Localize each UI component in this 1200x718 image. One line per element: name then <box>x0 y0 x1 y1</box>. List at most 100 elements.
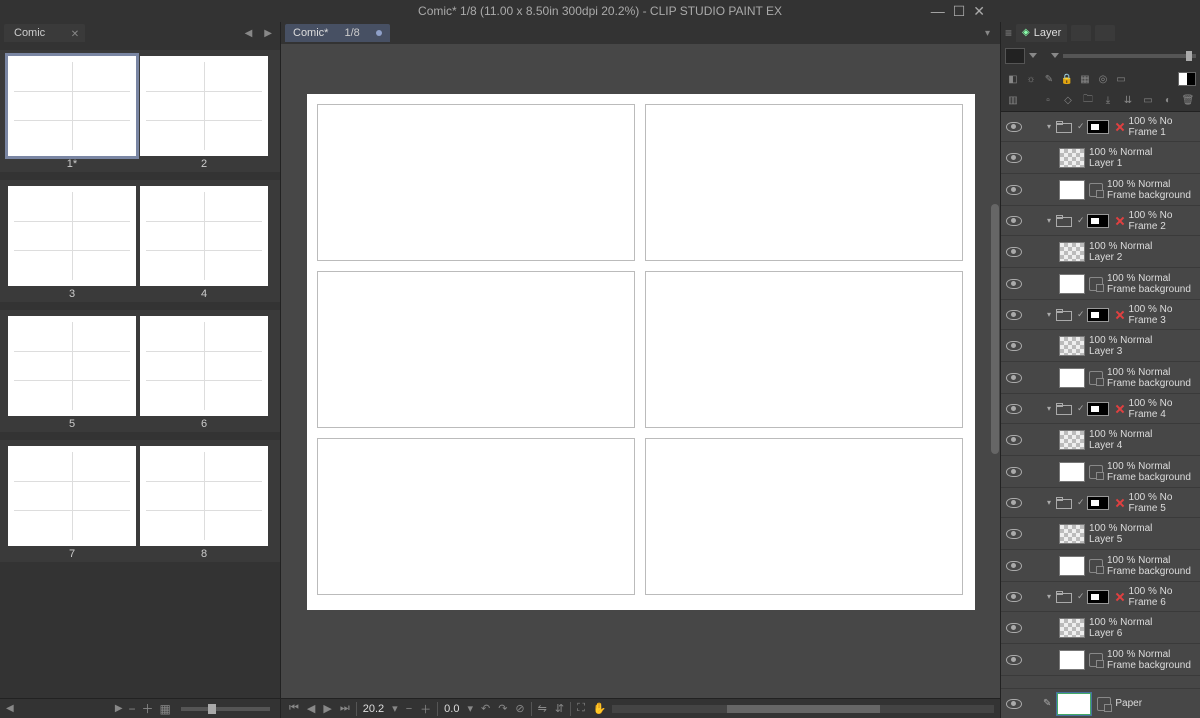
comic-panel[interactable] <box>645 271 963 428</box>
inactive-panel-tab[interactable] <box>1071 25 1091 41</box>
close-button[interactable]: ✕ <box>973 4 985 18</box>
close-icon[interactable]: ✕ <box>71 26 79 44</box>
visibility-eye-icon[interactable] <box>1006 498 1022 508</box>
paper-layer-row[interactable]: ✎ Paper <box>1001 688 1200 718</box>
expand-toggle-icon[interactable]: ▾ <box>1043 310 1055 319</box>
layer-row[interactable]: 100 % NormalLayer 6 <box>1001 612 1200 644</box>
tab-scroll-left-icon[interactable]: ◀ <box>241 28 257 39</box>
page-thumbnail[interactable]: 4 <box>140 186 268 300</box>
reference-layer-icon[interactable]: ☼ <box>1023 71 1039 87</box>
new-folder-icon[interactable]: 🗀 <box>1080 93 1096 109</box>
expand-toggle-icon[interactable]: ▾ <box>1043 404 1055 413</box>
frame-folder-row[interactable]: ▾ ✓ 100 % NoFrame 6 <box>1001 582 1200 612</box>
visibility-eye-icon[interactable] <box>1006 467 1022 477</box>
scroll-left-icon[interactable]: ◀ <box>6 703 14 714</box>
zoom-out-icon[interactable]: − <box>404 703 414 715</box>
rotate-cw-icon[interactable]: ↷ <box>496 702 509 715</box>
opacity-slider[interactable] <box>1063 54 1196 58</box>
new-raster-layer-icon[interactable]: ▫ <box>1040 93 1056 109</box>
grid-view-icon[interactable]: ▦ <box>160 702 171 716</box>
clip-mask-icon[interactable]: ◧ <box>1005 71 1021 87</box>
canvas-tab-menu-icon[interactable]: ▾ <box>979 28 996 39</box>
frame-folder-row[interactable]: ▾ ✓ 100 % NoFrame 1 <box>1001 112 1200 142</box>
set-reference-icon[interactable]: ◎ <box>1095 71 1111 87</box>
layer-row[interactable]: 100 % NormalLayer 5 <box>1001 518 1200 550</box>
zoom-out-icon[interactable]: − <box>129 702 136 716</box>
visibility-eye-icon[interactable] <box>1006 529 1022 539</box>
ruler-off-icon[interactable] <box>1113 214 1127 228</box>
rotation-dropdown-icon[interactable]: ▾ <box>465 702 475 715</box>
thumb-size-slider[interactable] <box>181 707 270 711</box>
merge-down-icon[interactable]: ⇊ <box>1120 93 1136 109</box>
nav-first-icon[interactable]: ⏮ <box>287 702 301 715</box>
frame-folder-row[interactable]: ▾ ✓ 100 % NoFrame 3 <box>1001 300 1200 330</box>
frame-folder-row[interactable]: ▾ ✓ 100 % NoFrame 5 <box>1001 488 1200 518</box>
visibility-eye-icon[interactable] <box>1006 216 1022 226</box>
frame-folder-row[interactable]: ▾ ✓ 100 % NoFrame 4 <box>1001 394 1200 424</box>
delete-layer-icon[interactable]: 🗑 <box>1180 93 1196 109</box>
apply-mask-icon[interactable]: ◐ <box>1160 93 1176 109</box>
layer-row[interactable]: 100 % NormalLayer 3 <box>1001 330 1200 362</box>
opacity-dropdown-icon[interactable] <box>1051 53 1059 59</box>
visibility-eye-icon[interactable] <box>1006 561 1022 571</box>
visibility-eye-icon[interactable] <box>1006 310 1022 320</box>
enable-mask-icon[interactable]: ▭ <box>1113 71 1129 87</box>
ruler-off-icon[interactable] <box>1113 496 1127 510</box>
maximize-button[interactable]: ☐ <box>953 4 966 18</box>
horizontal-scrollbar[interactable] <box>612 705 994 713</box>
scroll-right-icon[interactable]: ▶ <box>115 703 123 714</box>
comic-panel[interactable] <box>317 271 635 428</box>
zoom-in-icon[interactable]: ＋ <box>142 700 154 717</box>
blend-mode-dropdown-icon[interactable] <box>1029 53 1037 59</box>
draft-layer-icon[interactable]: ✎ <box>1041 71 1057 87</box>
nav-next-icon[interactable]: ▶ <box>321 702 333 715</box>
panel-menu-icon[interactable]: ≡ <box>1005 26 1012 40</box>
page-thumbnail[interactable]: 7 <box>8 446 136 560</box>
vertical-scrollbar[interactable] <box>990 44 1000 678</box>
visibility-eye-icon[interactable] <box>1006 435 1022 445</box>
page-thumbnail[interactable]: 1* <box>8 56 136 170</box>
expand-toggle-icon[interactable]: ▾ <box>1043 216 1055 225</box>
transfer-down-icon[interactable]: ⤓ <box>1100 93 1116 109</box>
layer-tab[interactable]: ◈ Layer <box>1016 24 1067 42</box>
visibility-eye-icon[interactable] <box>1006 341 1022 351</box>
comic-panel[interactable] <box>645 438 963 595</box>
new-vector-layer-icon[interactable]: ◇ <box>1060 93 1076 109</box>
minimize-button[interactable]: — <box>931 4 945 18</box>
frame-folder-row[interactable]: ▾ ✓ 100 % NoFrame 2 <box>1001 206 1200 236</box>
canvas-page[interactable] <box>307 94 975 610</box>
comic-panel[interactable] <box>645 104 963 261</box>
canvas-viewport[interactable] <box>281 44 1000 698</box>
layer-row[interactable]: 100 % NormalLayer 1 <box>1001 142 1200 174</box>
visibility-eye-icon[interactable] <box>1006 699 1022 709</box>
page-thumbnail[interactable]: 5 <box>8 316 136 430</box>
visibility-eye-icon[interactable] <box>1006 279 1022 289</box>
layer-color-swatch[interactable] <box>1178 72 1196 86</box>
visibility-eye-icon[interactable] <box>1006 153 1022 163</box>
expand-toggle-icon[interactable]: ▾ <box>1043 122 1055 131</box>
expand-toggle-icon[interactable]: ▾ <box>1043 592 1055 601</box>
visibility-eye-icon[interactable] <box>1006 404 1022 414</box>
visibility-eye-icon[interactable] <box>1006 185 1022 195</box>
visibility-eye-icon[interactable] <box>1006 655 1022 665</box>
rotate-ccw-icon[interactable]: ↶ <box>479 702 492 715</box>
tab-scroll-right-icon[interactable]: ▶ <box>260 28 276 39</box>
visibility-eye-icon[interactable] <box>1006 373 1022 383</box>
ruler-off-icon[interactable] <box>1113 308 1127 322</box>
zoom-dropdown-icon[interactable]: ▾ <box>390 702 400 715</box>
inactive-panel-tab[interactable] <box>1095 25 1115 41</box>
expand-toggle-icon[interactable]: ▾ <box>1043 498 1055 507</box>
ruler-off-icon[interactable] <box>1113 120 1127 134</box>
layer-row[interactable]: 100 % NormalFrame background <box>1001 362 1200 394</box>
lock-transparent-icon[interactable]: ▦ <box>1077 71 1093 87</box>
zoom-in-icon[interactable]: ＋ <box>418 701 433 717</box>
layer-row[interactable]: 100 % NormalLayer 4 <box>1001 424 1200 456</box>
layer-row[interactable]: 100 % NormalFrame background <box>1001 174 1200 206</box>
canvas-tab[interactable]: Comic* 1/8 <box>285 24 390 42</box>
layer-row[interactable]: 100 % NormalFrame background <box>1001 644 1200 676</box>
layer-row[interactable]: 100 % NormalFrame background <box>1001 456 1200 488</box>
page-thumbnail[interactable]: 6 <box>140 316 268 430</box>
page-thumbnail[interactable]: 3 <box>8 186 136 300</box>
layer-row[interactable]: 100 % NormalLayer 2 <box>1001 236 1200 268</box>
lock-icon[interactable]: 🔒 <box>1059 71 1075 87</box>
